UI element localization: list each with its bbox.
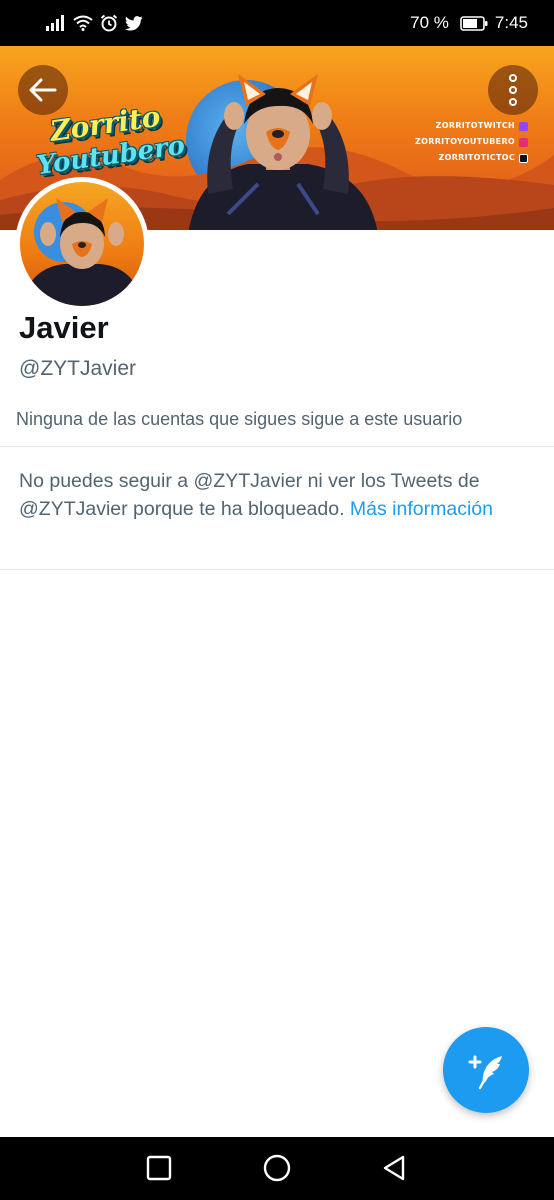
home-button[interactable] <box>262 1153 292 1188</box>
social-instagram: ZORRITOYOUTUBERO <box>415 134 528 150</box>
square-icon <box>146 1155 172 1181</box>
triangle-back-icon <box>383 1155 405 1181</box>
banner-person-image <box>188 74 378 230</box>
compose-feather-icon <box>468 1055 502 1090</box>
divider <box>0 446 554 447</box>
navigation-bar <box>0 1137 554 1200</box>
instagram-icon <box>519 137 528 147</box>
followers-you-know-note: Ninguna de las cuentas que sigues sigue … <box>16 409 463 429</box>
tiktok-icon <box>519 153 528 163</box>
alarm-icon <box>100 14 118 32</box>
twitter-icon <box>125 15 143 31</box>
circle-icon <box>263 1154 291 1182</box>
more-info-link[interactable]: Más información <box>350 498 493 520</box>
display-name: Javier <box>19 310 109 345</box>
twitch-icon <box>519 121 528 131</box>
wifi-icon <box>73 15 93 31</box>
more-options-button[interactable] <box>488 65 538 115</box>
more-vertical-icon <box>509 74 517 106</box>
recent-apps-button[interactable] <box>146 1155 172 1186</box>
status-left-icons <box>46 14 143 32</box>
back-button[interactable] <box>18 65 68 115</box>
blocked-notice: No puedes seguir a @ZYTJavier ni ver los… <box>19 467 519 523</box>
signal-icon <box>46 15 66 31</box>
user-handle: @ZYTJavier <box>19 357 136 380</box>
battery-icon <box>460 15 488 31</box>
compose-tweet-button[interactable] <box>443 1027 529 1113</box>
social-twitch: ZORRITOTWITCH <box>415 118 528 134</box>
social-tiktok: ZORRITOTICTOC <box>415 150 528 166</box>
status-bar: 70 % 7:45 <box>0 0 554 46</box>
avatar-image <box>20 182 144 306</box>
status-right: 70 % 7:45 <box>410 13 528 33</box>
back-nav-button[interactable] <box>381 1154 407 1187</box>
arrow-left-icon <box>29 78 57 102</box>
divider <box>0 569 554 570</box>
banner-socials: ZORRITOTWITCH ZORRITOYOUTUBERO ZORRITOTI… <box>415 118 528 166</box>
battery-percent: 70 % <box>410 13 449 32</box>
profile-avatar[interactable] <box>15 177 149 311</box>
clock-time: 7:45 <box>494 13 528 32</box>
